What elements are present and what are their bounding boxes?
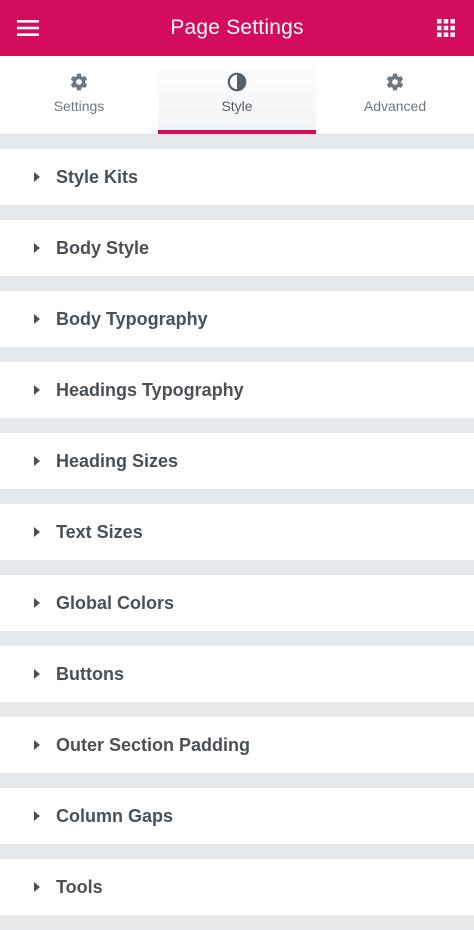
section-outer-section-padding[interactable]: Outer Section Padding [0,717,474,773]
menu-button[interactable] [14,14,42,42]
grid-apps-icon [437,19,455,37]
section-label: Column Gaps [56,805,174,826]
section-label: Buttons [56,663,124,684]
panel-tabs: Settings Style Advanced [0,56,474,135]
section-tools[interactable]: Tools [0,859,474,915]
section-style-kits[interactable]: Style Kits [0,149,474,205]
tab-settings[interactable]: Settings [0,56,158,134]
caret-right-icon [32,881,42,893]
section-body-typography[interactable]: Body Typography [0,291,474,347]
section-label: Tools [56,876,103,897]
gear-icon [386,73,404,91]
caret-right-icon [32,668,42,680]
section-global-colors[interactable]: Global Colors [0,575,474,631]
section-buttons[interactable]: Buttons [0,646,474,702]
caret-right-icon [32,242,42,254]
section-label: Headings Typography [56,379,244,400]
section-column-gaps[interactable]: Column Gaps [0,788,474,844]
caret-right-icon [32,455,42,467]
tab-label: Settings [53,98,105,114]
caret-right-icon [32,171,42,183]
section-label: Global Colors [56,592,175,613]
tab-advanced[interactable]: Advanced [316,56,474,134]
caret-right-icon [32,384,42,396]
page-title: Page Settings [170,16,304,39]
section-label: Heading Sizes [56,450,179,471]
section-text-sizes[interactable]: Text Sizes [0,504,474,560]
apps-button[interactable] [432,14,460,42]
caret-right-icon [32,526,42,538]
section-heading-sizes[interactable]: Heading Sizes [0,433,474,489]
tab-label: Advanced [363,98,427,114]
section-label: Outer Section Padding [56,734,251,755]
section-headings-typography[interactable]: Headings Typography [0,362,474,418]
tab-style[interactable]: Style [158,56,316,134]
top-bar: Page Settings [0,0,474,56]
section-label: Body Style [56,237,150,258]
caret-right-icon [32,810,42,822]
section-list: Style Kits Body Style Body Typography He… [0,149,474,930]
caret-right-icon [32,597,42,609]
gear-icon [70,73,88,91]
section-label: Body Typography [56,308,208,329]
hamburger-menu-icon [17,20,39,36]
tab-label: Style [221,98,253,114]
half-circle-contrast-icon [227,72,247,92]
section-label: Style Kits [56,166,139,187]
caret-right-icon [32,313,42,325]
caret-right-icon [32,739,42,751]
section-body-style[interactable]: Body Style [0,220,474,276]
section-label: Text Sizes [56,521,143,542]
